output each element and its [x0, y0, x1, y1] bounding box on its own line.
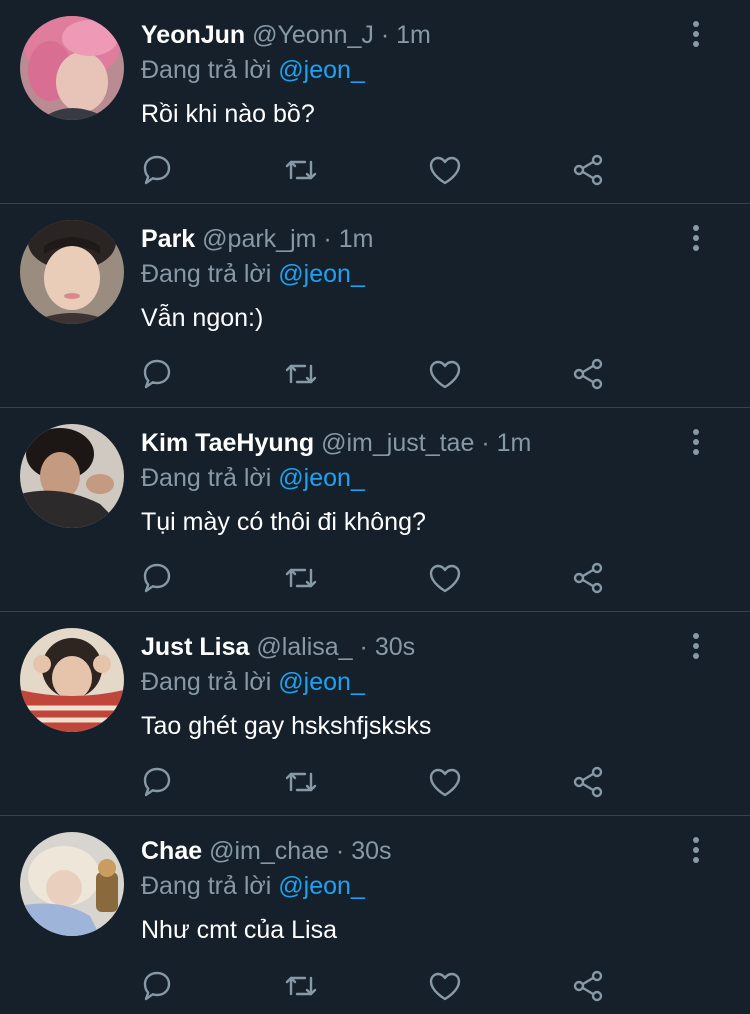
tweet[interactable]: Park @park_jm · 1m Đang trả lời @jeon_ V… [0, 204, 750, 408]
tweet-header: Kim TaeHyung @im_just_tae · 1m [141, 428, 531, 458]
user-handle[interactable]: @lalisa_ [256, 633, 352, 661]
avatar[interactable] [20, 220, 124, 324]
heart-icon[interactable] [425, 762, 465, 802]
more-vertical-icon[interactable] [684, 18, 708, 52]
more-vertical-icon[interactable] [684, 426, 708, 460]
display-name[interactable]: Just Lisa [141, 633, 249, 661]
tweet-header: Just Lisa @lalisa_ · 30s [141, 632, 415, 662]
retweet-icon[interactable] [281, 150, 321, 190]
tweet[interactable]: Kim TaeHyung @im_just_tae · 1m Đang trả … [0, 408, 750, 612]
replying-to-label: Đang trả lời [141, 260, 272, 288]
replying-to-label: Đang trả lời [141, 668, 272, 696]
mention-link[interactable]: @jeon_ [278, 56, 365, 84]
more-vertical-icon[interactable] [684, 834, 708, 868]
replying-to: Đang trả lời @jeon_ [141, 871, 365, 901]
display-name[interactable]: Chae [141, 837, 202, 865]
replying-to-label: Đang trả lời [141, 464, 272, 492]
display-name[interactable]: Park [141, 225, 195, 253]
tweet-text: Vẫn ngon:) [141, 304, 264, 332]
reply-icon[interactable] [137, 558, 177, 598]
retweet-icon[interactable] [281, 354, 321, 394]
share-icon[interactable] [569, 150, 609, 190]
replying-to: Đang trả lời @jeon_ [141, 259, 365, 289]
user-handle[interactable]: @im_chae [209, 837, 329, 865]
more-vertical-icon[interactable] [684, 222, 708, 256]
display-name[interactable]: YeonJun [141, 21, 245, 49]
share-icon[interactable] [569, 558, 609, 598]
timestamp[interactable]: 1m [497, 429, 532, 457]
reply-icon[interactable] [137, 966, 177, 1006]
replying-to: Đang trả lời @jeon_ [141, 463, 365, 493]
avatar[interactable] [20, 16, 124, 120]
avatar[interactable] [20, 832, 124, 936]
replying-to: Đang trả lời @jeon_ [141, 667, 365, 697]
tweet-text: Tao ghét gay hskshfjsksks [141, 712, 432, 740]
retweet-icon[interactable] [281, 762, 321, 802]
heart-icon[interactable] [425, 354, 465, 394]
heart-icon[interactable] [425, 966, 465, 1006]
display-name[interactable]: Kim TaeHyung [141, 429, 314, 457]
share-icon[interactable] [569, 966, 609, 1006]
reply-feed: YeonJun @Yeonn_J · 1m Đang trả lời @jeon… [0, 0, 750, 1014]
reply-icon[interactable] [137, 150, 177, 190]
user-handle[interactable]: @im_just_tae [321, 429, 474, 457]
timestamp[interactable]: 1m [396, 21, 431, 49]
separator-dot: · [323, 225, 332, 253]
replying-to-label: Đang trả lời [141, 872, 272, 900]
timestamp[interactable]: 1m [339, 225, 374, 253]
avatar[interactable] [20, 628, 124, 732]
tweet[interactable]: Just Lisa @lalisa_ · 30s Đang trả lời @j… [0, 612, 750, 816]
tweet-text: Tụi mày có thôi đi không? [141, 508, 426, 536]
mention-link[interactable]: @jeon_ [278, 464, 365, 492]
share-icon[interactable] [569, 762, 609, 802]
tweet-text: Như cmt của Lisa [141, 916, 337, 944]
separator-dot: · [481, 429, 490, 457]
retweet-icon[interactable] [281, 966, 321, 1006]
tweet[interactable]: YeonJun @Yeonn_J · 1m Đang trả lời @jeon… [0, 0, 750, 204]
separator-dot: · [359, 633, 368, 661]
avatar[interactable] [20, 424, 124, 528]
user-handle[interactable]: @Yeonn_J [252, 21, 374, 49]
reply-icon[interactable] [137, 354, 177, 394]
user-handle[interactable]: @park_jm [202, 225, 316, 253]
tweet[interactable]: Chae @im_chae · 30s Đang trả lời @jeon_ … [0, 816, 750, 1014]
replying-to-label: Đang trả lời [141, 56, 272, 84]
tweet-text: Rồi khi nào bồ? [141, 100, 315, 128]
share-icon[interactable] [569, 354, 609, 394]
tweet-header: Park @park_jm · 1m [141, 224, 373, 254]
heart-icon[interactable] [425, 558, 465, 598]
timestamp[interactable]: 30s [351, 837, 391, 865]
retweet-icon[interactable] [281, 558, 321, 598]
reply-icon[interactable] [137, 762, 177, 802]
more-vertical-icon[interactable] [684, 630, 708, 664]
replying-to: Đang trả lời @jeon_ [141, 55, 365, 85]
mention-link[interactable]: @jeon_ [278, 260, 365, 288]
separator-dot: · [335, 837, 345, 865]
tweet-header: Chae @im_chae · 30s [141, 836, 392, 866]
tweet-header: YeonJun @Yeonn_J · 1m [141, 20, 431, 50]
timestamp[interactable]: 30s [375, 633, 415, 661]
separator-dot: · [380, 21, 390, 49]
mention-link[interactable]: @jeon_ [278, 668, 365, 696]
mention-link[interactable]: @jeon_ [278, 872, 365, 900]
heart-icon[interactable] [425, 150, 465, 190]
